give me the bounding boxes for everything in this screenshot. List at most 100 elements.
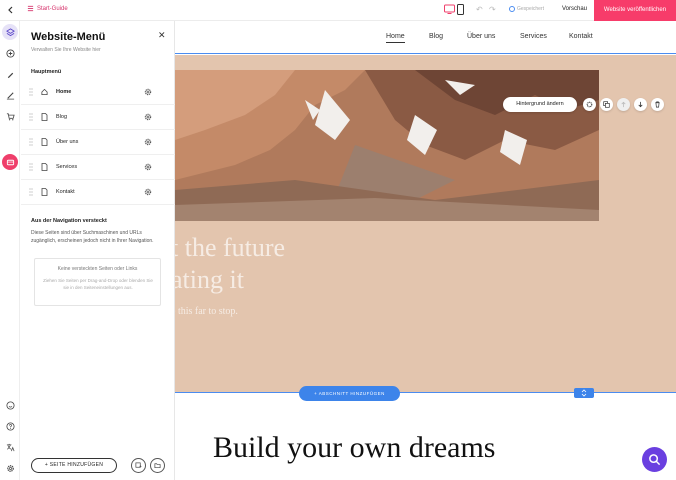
nav-item-home[interactable]: Home [386,33,405,43]
redo-icon[interactable]: ↷ [489,5,496,14]
search-icon [649,454,661,466]
rail-apps-button[interactable] [2,154,18,170]
page-label: Über uns [56,139,79,145]
hidden-pages-heading: Aus der Navigation versteckt [31,218,107,224]
desktop-view-icon[interactable] [444,4,455,15]
gear-icon[interactable] [144,188,152,196]
section-settings-button[interactable] [583,98,596,111]
page-row-home[interactable]: Home [21,80,175,105]
start-guide-label: Start-Guide [37,5,68,12]
start-guide-link[interactable]: Start-Guide [27,5,68,12]
preview-button[interactable]: Vorschau [562,6,587,12]
page-icon [41,138,48,146]
back-button[interactable] [4,3,18,17]
publish-button[interactable]: Website veröffentlichen [594,0,676,21]
hero-title-line-1: t the future [175,233,286,262]
rail-language-button[interactable] [2,439,18,455]
hero-title-line-2: ating it [175,265,244,294]
add-link-button[interactable] [131,458,146,473]
search-button[interactable] [642,447,667,472]
change-background-button[interactable]: Hintergrund ändern [503,97,577,112]
nav-item-contact[interactable]: Kontakt [569,33,593,40]
hidden-pages-description: Diese Seiten sind über Suchmaschinen und… [31,230,154,244]
section-heading: Build your own dreams [213,431,496,464]
website-canvas: Home Blog Über uns Services Kontakt t th… [175,21,676,480]
page-row-blog[interactable]: Blog [21,105,175,130]
brush-icon [7,72,13,78]
move-up-button[interactable] [617,98,630,111]
add-folder-icon [154,463,161,469]
rail-emoji-button[interactable] [2,397,18,413]
gear-icon[interactable] [144,138,152,146]
move-down-button[interactable] [634,98,647,111]
panel-subtitle: Verwalten Sie Ihre Website hier [31,47,101,53]
page-icon [41,163,48,171]
close-icon[interactable]: ✕ [158,30,166,41]
rail-pages-button[interactable] [2,24,18,40]
drag-handle-icon[interactable] [29,113,33,121]
undo-icon[interactable]: ↶ [476,5,483,14]
page-label: Home [56,89,72,95]
empty-state-description: Ziehen Sie Seiten per Drag-and-Drop oder… [43,278,153,290]
rail-help-button[interactable] [2,418,18,434]
website-menu-panel: Website-Menü ✕ Verwalten Sie Ihre Websit… [21,21,175,480]
layers-icon [5,27,15,36]
help-icon [5,421,15,431]
rail-blog-button[interactable] [2,87,18,103]
list-icon [27,5,34,12]
copy-icon [603,101,610,108]
drag-handle-icon[interactable] [29,88,33,96]
mobile-view-icon[interactable] [457,4,464,15]
tool-rail [0,21,20,480]
arrow-left-icon [8,6,13,14]
nav-item-blog[interactable]: Blog [429,33,443,40]
trash-icon [655,101,660,108]
gear-icon [6,464,14,472]
arrow-up-icon [621,101,626,108]
page-row-contact[interactable]: Kontakt [21,180,175,205]
drag-handle-icon[interactable] [29,188,33,196]
duplicate-section-button[interactable] [600,98,613,111]
nav-item-services[interactable]: Services [520,33,547,40]
translate-icon [6,443,14,451]
page-icon [41,113,48,121]
drag-handle-icon[interactable] [29,138,33,146]
gear-icon[interactable] [144,88,152,96]
delete-section-button[interactable] [651,98,664,111]
rail-store-button[interactable] [2,108,18,124]
gear-icon[interactable] [144,113,152,121]
hidden-pages-dropzone[interactable]: Keine versteckten Seiten oder Links Zieh… [34,258,161,306]
panel-title: Website-Menü [31,31,106,43]
plus-circle-icon [5,48,15,58]
check-icon [509,6,515,12]
add-link-icon [135,462,142,468]
add-folder-button[interactable] [150,458,165,473]
page-label: Blog [56,114,68,120]
drag-handle-icon[interactable] [29,163,33,171]
rail-add-button[interactable] [2,45,18,61]
hero-section[interactable]: t the future ating it e this far to stop… [175,55,676,393]
saved-status: Gespeichert [509,6,544,12]
page-label: Kontakt [56,189,75,195]
rail-settings-button[interactable] [2,460,18,476]
top-bar: Start-Guide ↶ ↷ Gespeichert Vorschau Web… [0,0,676,21]
editor-app: Start-Guide ↶ ↷ Gespeichert Vorschau Web… [0,0,676,480]
page-row-about[interactable]: Über uns [21,130,175,155]
pen-icon [6,91,14,99]
empty-state-title: Keine versteckten Seiten oder Links [57,266,138,272]
site-navigation: Home Blog Über uns Services Kontakt [175,21,676,54]
main-menu-heading: Hauptmenü [31,69,62,75]
gear-icon [586,101,593,108]
arrow-down-icon [638,101,643,108]
add-section-button[interactable]: + ABSCHNITT HINZUFÜGEN [299,386,400,401]
page-icon [41,188,48,196]
home-icon [41,88,48,96]
add-page-button[interactable]: + SEITE HINZUFÜGEN [31,458,117,473]
rail-design-button[interactable] [2,66,18,82]
smiley-icon [5,400,15,410]
resize-handle[interactable] [574,388,594,398]
gear-icon[interactable] [144,163,152,171]
saved-label: Gespeichert [517,6,544,12]
nav-item-about[interactable]: Über uns [467,33,495,40]
page-row-services[interactable]: Services [21,155,175,180]
